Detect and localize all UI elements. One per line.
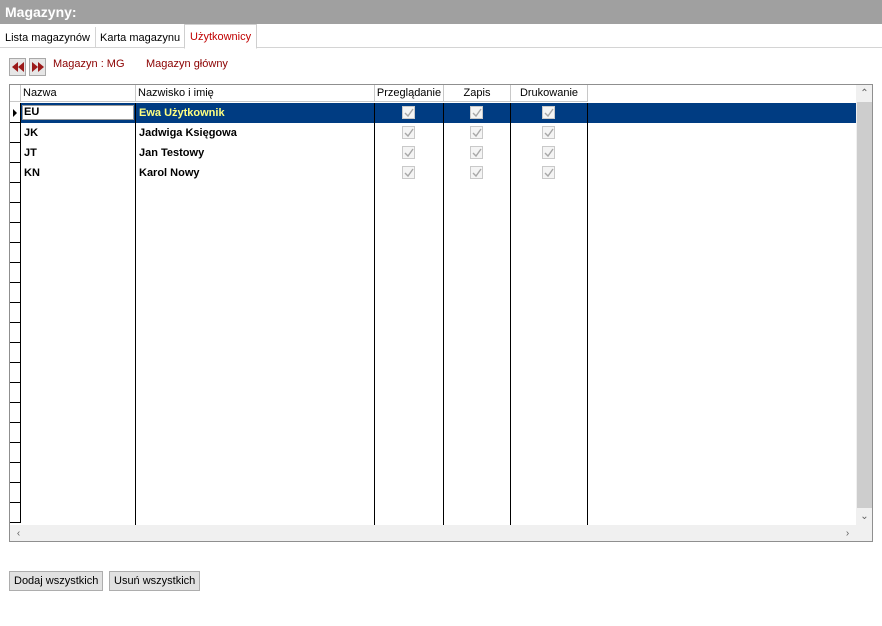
row-indicator-cell[interactable] [10,223,21,243]
checkmark-icon [404,148,414,158]
column-header-zapis[interactable]: Zapis [444,85,511,102]
row-indicator-cell[interactable] [10,503,21,523]
current-row-pointer-icon [13,109,17,117]
checkbox-print[interactable] [542,146,555,159]
scroll-left-icon[interactable]: ‹ [10,525,27,541]
checkmark-icon [544,168,554,178]
tab-karta-magazynu[interactable]: Karta magazynu [95,27,187,48]
magazine-code-label: Magazyn : MG [53,58,125,70]
fast-forward-icon [32,62,44,72]
table-row[interactable]: JT Jan Testowy [21,143,856,163]
tab-uzytkownicy[interactable]: Użytkownicy [184,24,258,49]
cell-code[interactable]: KN [24,163,40,183]
checkmark-icon [472,108,482,118]
cell-name[interactable]: Karol Nowy [139,163,200,183]
column-header-nazwa[interactable]: Nazwa [21,85,136,102]
vertical-scroll-thumb[interactable] [857,102,872,508]
scrollbar-corner [856,525,872,541]
scroll-right-icon[interactable]: › [839,525,856,541]
checkbox-view[interactable] [402,166,415,179]
rewind-icon [12,62,24,72]
column-divider [374,103,375,525]
window-title: Magazyny: [0,0,882,24]
users-grid[interactable]: Nazwa Nazwisko i imię Przeglądanie Zapis… [9,84,873,542]
column-divider [510,103,511,525]
cell-code[interactable]: JK [24,123,38,143]
column-divider [135,103,136,525]
cell-name[interactable]: Jan Testowy [139,143,204,163]
checkbox-print[interactable] [542,106,555,119]
checkbox-write[interactable] [470,106,483,119]
row-indicator-cell[interactable] [10,443,21,463]
last-record-button[interactable] [29,58,46,76]
row-indicator-cell[interactable] [10,203,21,223]
column-header-drukowanie[interactable]: Drukowanie [511,85,588,102]
row-indicator-cell[interactable] [10,103,21,123]
checkmark-icon [472,148,482,158]
checkmark-icon [544,128,554,138]
table-row[interactable]: EU Ewa Użytkownik [21,103,856,123]
checkmark-icon [472,128,482,138]
magazine-name-label: Magazyn główny [146,58,228,70]
checkmark-icon [404,168,414,178]
checkbox-print[interactable] [542,166,555,179]
row-indicator-column [10,103,21,525]
add-all-button[interactable]: Dodaj wszystkich [9,571,104,591]
tab-lista-magazynow[interactable]: Lista magazynów [0,27,96,48]
column-header-nazwisko[interactable]: Nazwisko i imię [136,85,375,102]
cell-code[interactable]: EU [22,105,134,120]
checkmark-icon [472,168,482,178]
checkmark-icon [544,148,554,158]
cell-name[interactable]: Jadwiga Księgowa [139,123,237,143]
cell-code[interactable]: JT [24,143,37,163]
checkbox-write[interactable] [470,126,483,139]
tab-strip: Lista magazynów Karta magazynu Użytkowni… [0,24,882,49]
first-record-button[interactable] [9,58,26,76]
cell-name[interactable]: Ewa Użytkownik [139,103,225,123]
checkmark-icon [404,128,414,138]
header-indicator [10,85,21,102]
table-row[interactable]: JK Jadwiga Księgowa [21,123,856,143]
row-indicator-cell[interactable] [10,423,21,443]
column-divider [443,103,444,525]
row-indicator-cell[interactable] [10,403,21,423]
grid-header: Nazwa Nazwisko i imię Przeglądanie Zapis… [10,85,856,103]
row-indicator-cell[interactable] [10,183,21,203]
checkbox-view[interactable] [402,126,415,139]
row-indicator-cell[interactable] [10,383,21,403]
scroll-up-icon[interactable]: ⌃ [856,85,872,102]
checkbox-print[interactable] [542,126,555,139]
row-indicator-cell[interactable] [10,163,21,183]
row-indicator-cell[interactable] [10,123,21,143]
horizontal-scrollbar[interactable]: ‹ › [10,525,856,541]
table-row[interactable]: KN Karol Nowy [21,163,856,183]
checkbox-view[interactable] [402,106,415,119]
column-header-przegladanie[interactable]: Przeglądanie [375,85,444,102]
row-indicator-cell[interactable] [10,343,21,363]
checkmark-icon [544,108,554,118]
row-indicator-cell[interactable] [10,483,21,503]
checkmark-icon [404,108,414,118]
row-indicator-cell[interactable] [10,303,21,323]
checkbox-write[interactable] [470,166,483,179]
row-indicator-cell[interactable] [10,283,21,303]
vertical-scrollbar[interactable]: ⌃ ⌄ [856,85,872,525]
row-indicator-cell[interactable] [10,323,21,343]
row-indicator-cell[interactable] [10,263,21,283]
column-divider [587,103,588,525]
row-indicator-cell[interactable] [10,463,21,483]
remove-all-button[interactable]: Usuń wszystkich [109,571,201,591]
scroll-down-icon[interactable]: ⌄ [856,508,872,525]
checkbox-write[interactable] [470,146,483,159]
row-indicator-cell[interactable] [10,143,21,163]
row-indicator-cell[interactable] [10,243,21,263]
row-indicator-cell[interactable] [10,363,21,383]
checkbox-view[interactable] [402,146,415,159]
